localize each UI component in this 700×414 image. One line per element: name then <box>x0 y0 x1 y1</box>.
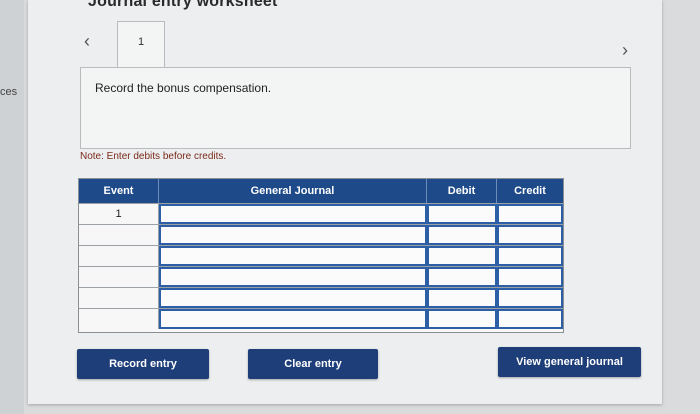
general-journal-input[interactable] <box>159 288 427 308</box>
credit-input[interactable] <box>497 225 563 245</box>
column-header-debit: Debit <box>427 179 497 203</box>
event-cell <box>79 246 159 266</box>
view-general-journal-button[interactable]: View general journal <box>498 347 641 377</box>
debit-input[interactable] <box>427 288 497 308</box>
general-journal-input[interactable] <box>159 246 427 266</box>
credit-input[interactable] <box>497 204 563 224</box>
chevron-right-icon[interactable]: › <box>622 40 628 61</box>
column-header-general-journal: General Journal <box>159 179 427 203</box>
note-text: Note: Enter debits before credits. <box>80 151 227 162</box>
table-row <box>79 245 563 266</box>
record-entry-button[interactable]: Record entry <box>77 349 209 379</box>
general-journal-input[interactable] <box>159 309 427 329</box>
debit-input[interactable] <box>427 309 497 329</box>
prompt-box: Record the bonus compensation. <box>80 67 631 149</box>
event-cell <box>79 288 159 308</box>
table-row <box>79 266 563 287</box>
column-header-credit: Credit <box>497 179 563 203</box>
table-row <box>79 308 563 329</box>
prompt-text: Record the bonus compensation. <box>95 81 272 95</box>
credit-input[interactable] <box>497 309 563 329</box>
debit-input[interactable] <box>427 225 497 245</box>
general-journal-input[interactable] <box>159 267 427 287</box>
debit-input[interactable] <box>427 204 497 224</box>
tab-label: 1 <box>137 36 145 48</box>
event-cell <box>79 309 159 329</box>
chevron-left-icon[interactable]: ‹ <box>84 31 90 52</box>
table-row <box>79 287 563 308</box>
general-journal-input[interactable] <box>159 204 427 224</box>
left-sidebar-strip: ces <box>0 0 24 414</box>
column-header-event: Event <box>79 179 159 203</box>
event-cell <box>79 225 159 245</box>
worksheet-title: Journal entry worksheet <box>88 0 278 10</box>
table-row <box>79 224 563 245</box>
journal-entry-table: Event General Journal Debit Credit 1 <box>78 178 564 333</box>
tab-1[interactable]: 1 <box>117 21 165 67</box>
general-journal-input[interactable] <box>159 225 427 245</box>
event-cell <box>79 267 159 287</box>
debit-input[interactable] <box>427 246 497 266</box>
clear-entry-button[interactable]: Clear entry <box>248 349 378 379</box>
debit-input[interactable] <box>427 267 497 287</box>
table-row: 1 <box>79 203 563 224</box>
credit-input[interactable] <box>497 267 563 287</box>
event-cell: 1 <box>79 204 159 224</box>
credit-input[interactable] <box>497 288 563 308</box>
sidebar-clipped-label: ces <box>0 86 18 98</box>
credit-input[interactable] <box>497 246 563 266</box>
